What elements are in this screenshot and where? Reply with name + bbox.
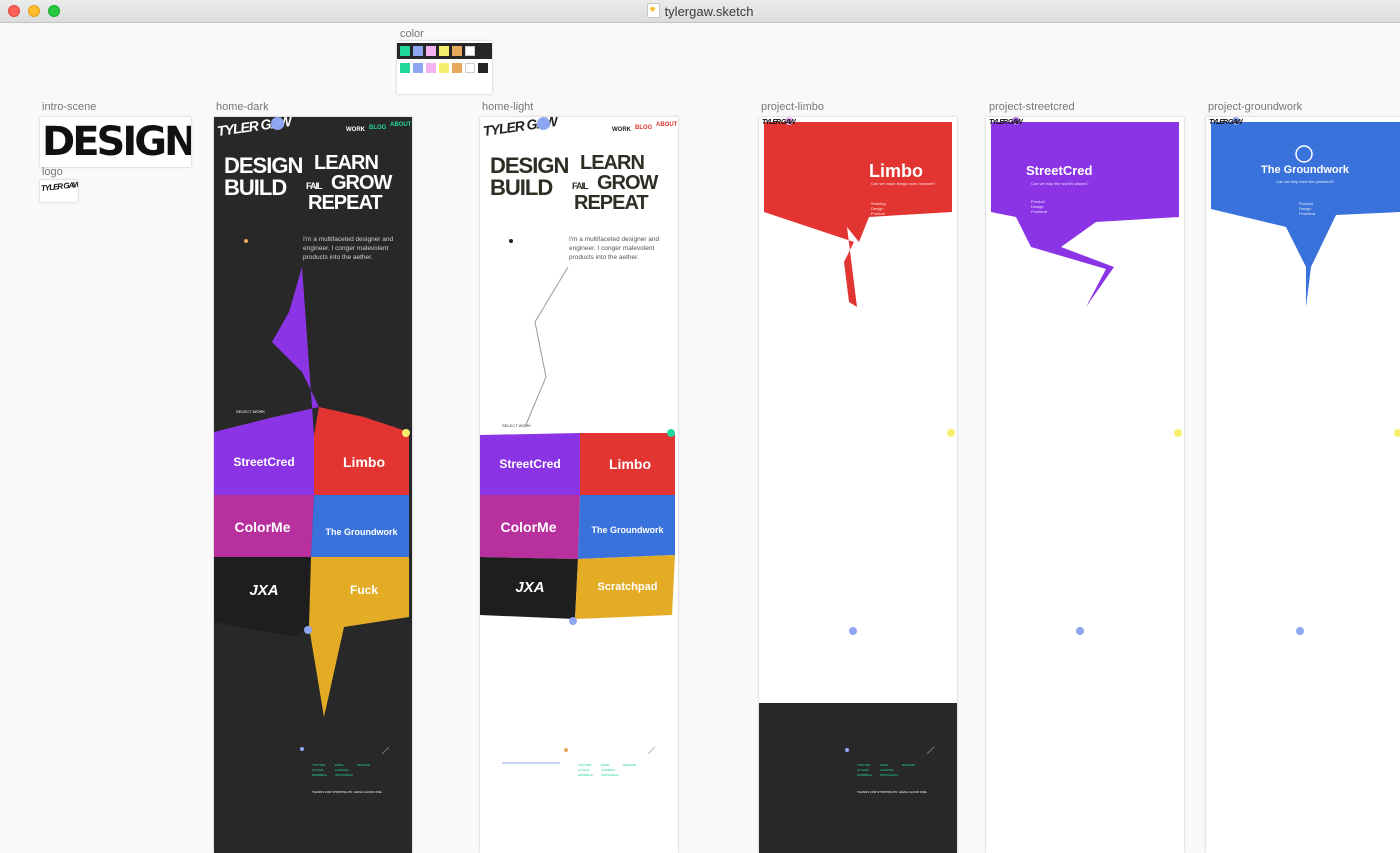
tile-limbo[interactable]: Limbo bbox=[319, 447, 409, 477]
tile-limbo[interactable]: Limbo bbox=[585, 449, 675, 479]
limbo-title: Limbo bbox=[869, 161, 923, 181]
footer-col-2[interactable]: EMAIL LINKEDIN INSTAGRAM bbox=[601, 763, 619, 778]
color-swatch[interactable] bbox=[478, 46, 488, 56]
tile-colorme[interactable]: ColorMe bbox=[214, 512, 311, 542]
tile-jxa[interactable]: JXA bbox=[224, 575, 304, 605]
footer-col-2[interactable]: EMAIL LINKEDIN INSTAGRAM bbox=[880, 763, 898, 778]
project-streetcred-logo[interactable]: TYLER GAW bbox=[989, 119, 1023, 126]
artboard-home-dark[interactable]: TYLER GAW WORK BLOG ABOUT DESIGN BUILD L… bbox=[214, 117, 412, 853]
window-titlebar: tylergaw.sketch bbox=[0, 0, 1400, 23]
limbo-links[interactable]: Working Design Product bbox=[871, 201, 886, 216]
artboard-label-intro-scene[interactable]: intro-scene bbox=[42, 101, 96, 113]
sketch-document-icon bbox=[646, 3, 660, 18]
color-swatch[interactable] bbox=[426, 46, 436, 56]
color-swatch[interactable] bbox=[465, 63, 475, 73]
artboard-color[interactable] bbox=[397, 41, 492, 94]
color-swatch[interactable] bbox=[439, 63, 449, 73]
color-swatch[interactable] bbox=[413, 63, 423, 73]
artboard-logo[interactable]: TYLER GAW bbox=[40, 180, 78, 202]
tile-groundwork[interactable]: The Groundwork bbox=[314, 517, 409, 547]
groundwork-question: Can we help elect the president? bbox=[1276, 179, 1335, 184]
tile-groundwork[interactable]: The Groundwork bbox=[580, 515, 675, 545]
streetcred-title: StreetCred bbox=[1026, 163, 1093, 178]
window-title: tylergaw.sketch bbox=[0, 3, 1400, 19]
artboard-project-streetcred[interactable]: TYLER GAW StreetCred Can we map the worl… bbox=[986, 117, 1184, 853]
limbo-question: Can we make things more humane? bbox=[871, 181, 936, 186]
project-limbo-logo[interactable]: TYLER GAW bbox=[762, 119, 796, 126]
groundwork-title: The Groundwork bbox=[1261, 164, 1349, 176]
color-swatch[interactable] bbox=[400, 63, 410, 73]
tile-streetcred[interactable]: StreetCred bbox=[480, 449, 580, 479]
footer-line: THANKS FOR STOPPING BY. HAVE A GOOD ONE. bbox=[857, 790, 928, 794]
color-swatch[interactable] bbox=[465, 46, 475, 56]
home-dark-graphics bbox=[214, 239, 410, 755]
tile-jxa[interactable]: JXA bbox=[490, 572, 570, 602]
artboard-home-light[interactable]: TYLER GAW WORK BLOG ABOUT DESIGN BUILD L… bbox=[480, 117, 678, 853]
artboard-label-home-light[interactable]: home-light bbox=[482, 101, 533, 113]
artboard-label-project-limbo[interactable]: project-limbo bbox=[761, 101, 824, 113]
artboard-label-color[interactable]: color bbox=[400, 28, 424, 40]
artboard-label-project-streetcred[interactable]: project-streetcred bbox=[989, 101, 1075, 113]
footer-col-3[interactable]: RESUME bbox=[623, 763, 636, 767]
intro-design-word: DESIGN bbox=[42, 119, 191, 165]
tile-scratchpad[interactable]: Scratchpad bbox=[585, 572, 670, 602]
color-swatch[interactable] bbox=[413, 46, 423, 56]
artboard-label-logo[interactable]: logo bbox=[42, 166, 63, 178]
color-swatch[interactable] bbox=[426, 63, 436, 73]
streetcred-question: Can we map the world's places? bbox=[1031, 181, 1089, 186]
streetcred-graphics bbox=[991, 117, 1182, 635]
tile-streetcred[interactable]: StreetCred bbox=[214, 447, 314, 477]
logo-mark: TYLER GAW bbox=[40, 180, 78, 193]
footer-col-1[interactable]: TWITTER GITHUB DRIBBBLE bbox=[578, 763, 593, 778]
artboard-project-groundwork[interactable]: TYLER GAW The Groundwork Can we help ele… bbox=[1206, 117, 1400, 853]
footer-col-1[interactable]: TWITTER GITHUB DRIBBBLE bbox=[857, 763, 872, 778]
groundwork-links[interactable]: Product Design Frontend bbox=[1299, 201, 1315, 216]
groundwork-graphics bbox=[1211, 117, 1400, 635]
footer-col-2[interactable]: EMAIL LINKEDIN INSTAGRAM bbox=[335, 763, 353, 778]
footer-col-1[interactable]: TWITTER GITHUB DRIBBBLE bbox=[312, 763, 327, 778]
footer-line: THANKS FOR STOPPING BY. HAVE A GOOD ONE. bbox=[312, 790, 383, 794]
footer-col-3[interactable]: RESUME bbox=[902, 763, 915, 767]
artboard-project-limbo[interactable]: TYLER GAW Limbo Can we make things more … bbox=[759, 117, 957, 853]
color-swatch[interactable] bbox=[400, 46, 410, 56]
streetcred-links[interactable]: Product Design Frontend bbox=[1031, 199, 1047, 214]
artboard-label-project-groundwork[interactable]: project-groundwork bbox=[1208, 101, 1302, 113]
tile-fuck[interactable]: Fuck bbox=[324, 575, 404, 605]
limbo-graphics bbox=[759, 117, 957, 853]
color-swatch[interactable] bbox=[439, 46, 449, 56]
home-light-graphics bbox=[480, 239, 675, 764]
footer-col-3[interactable]: RESUME bbox=[357, 763, 370, 767]
color-swatch[interactable] bbox=[452, 63, 462, 73]
color-swatch[interactable] bbox=[478, 63, 488, 73]
color-swatch[interactable] bbox=[452, 46, 462, 56]
tile-colorme[interactable]: ColorMe bbox=[480, 512, 577, 542]
artboard-label-home-dark[interactable]: home-dark bbox=[216, 101, 269, 113]
artboard-intro-scene[interactable]: DESIGN bbox=[40, 117, 191, 167]
project-groundwork-logo[interactable]: TYLER GAW bbox=[1209, 119, 1243, 126]
